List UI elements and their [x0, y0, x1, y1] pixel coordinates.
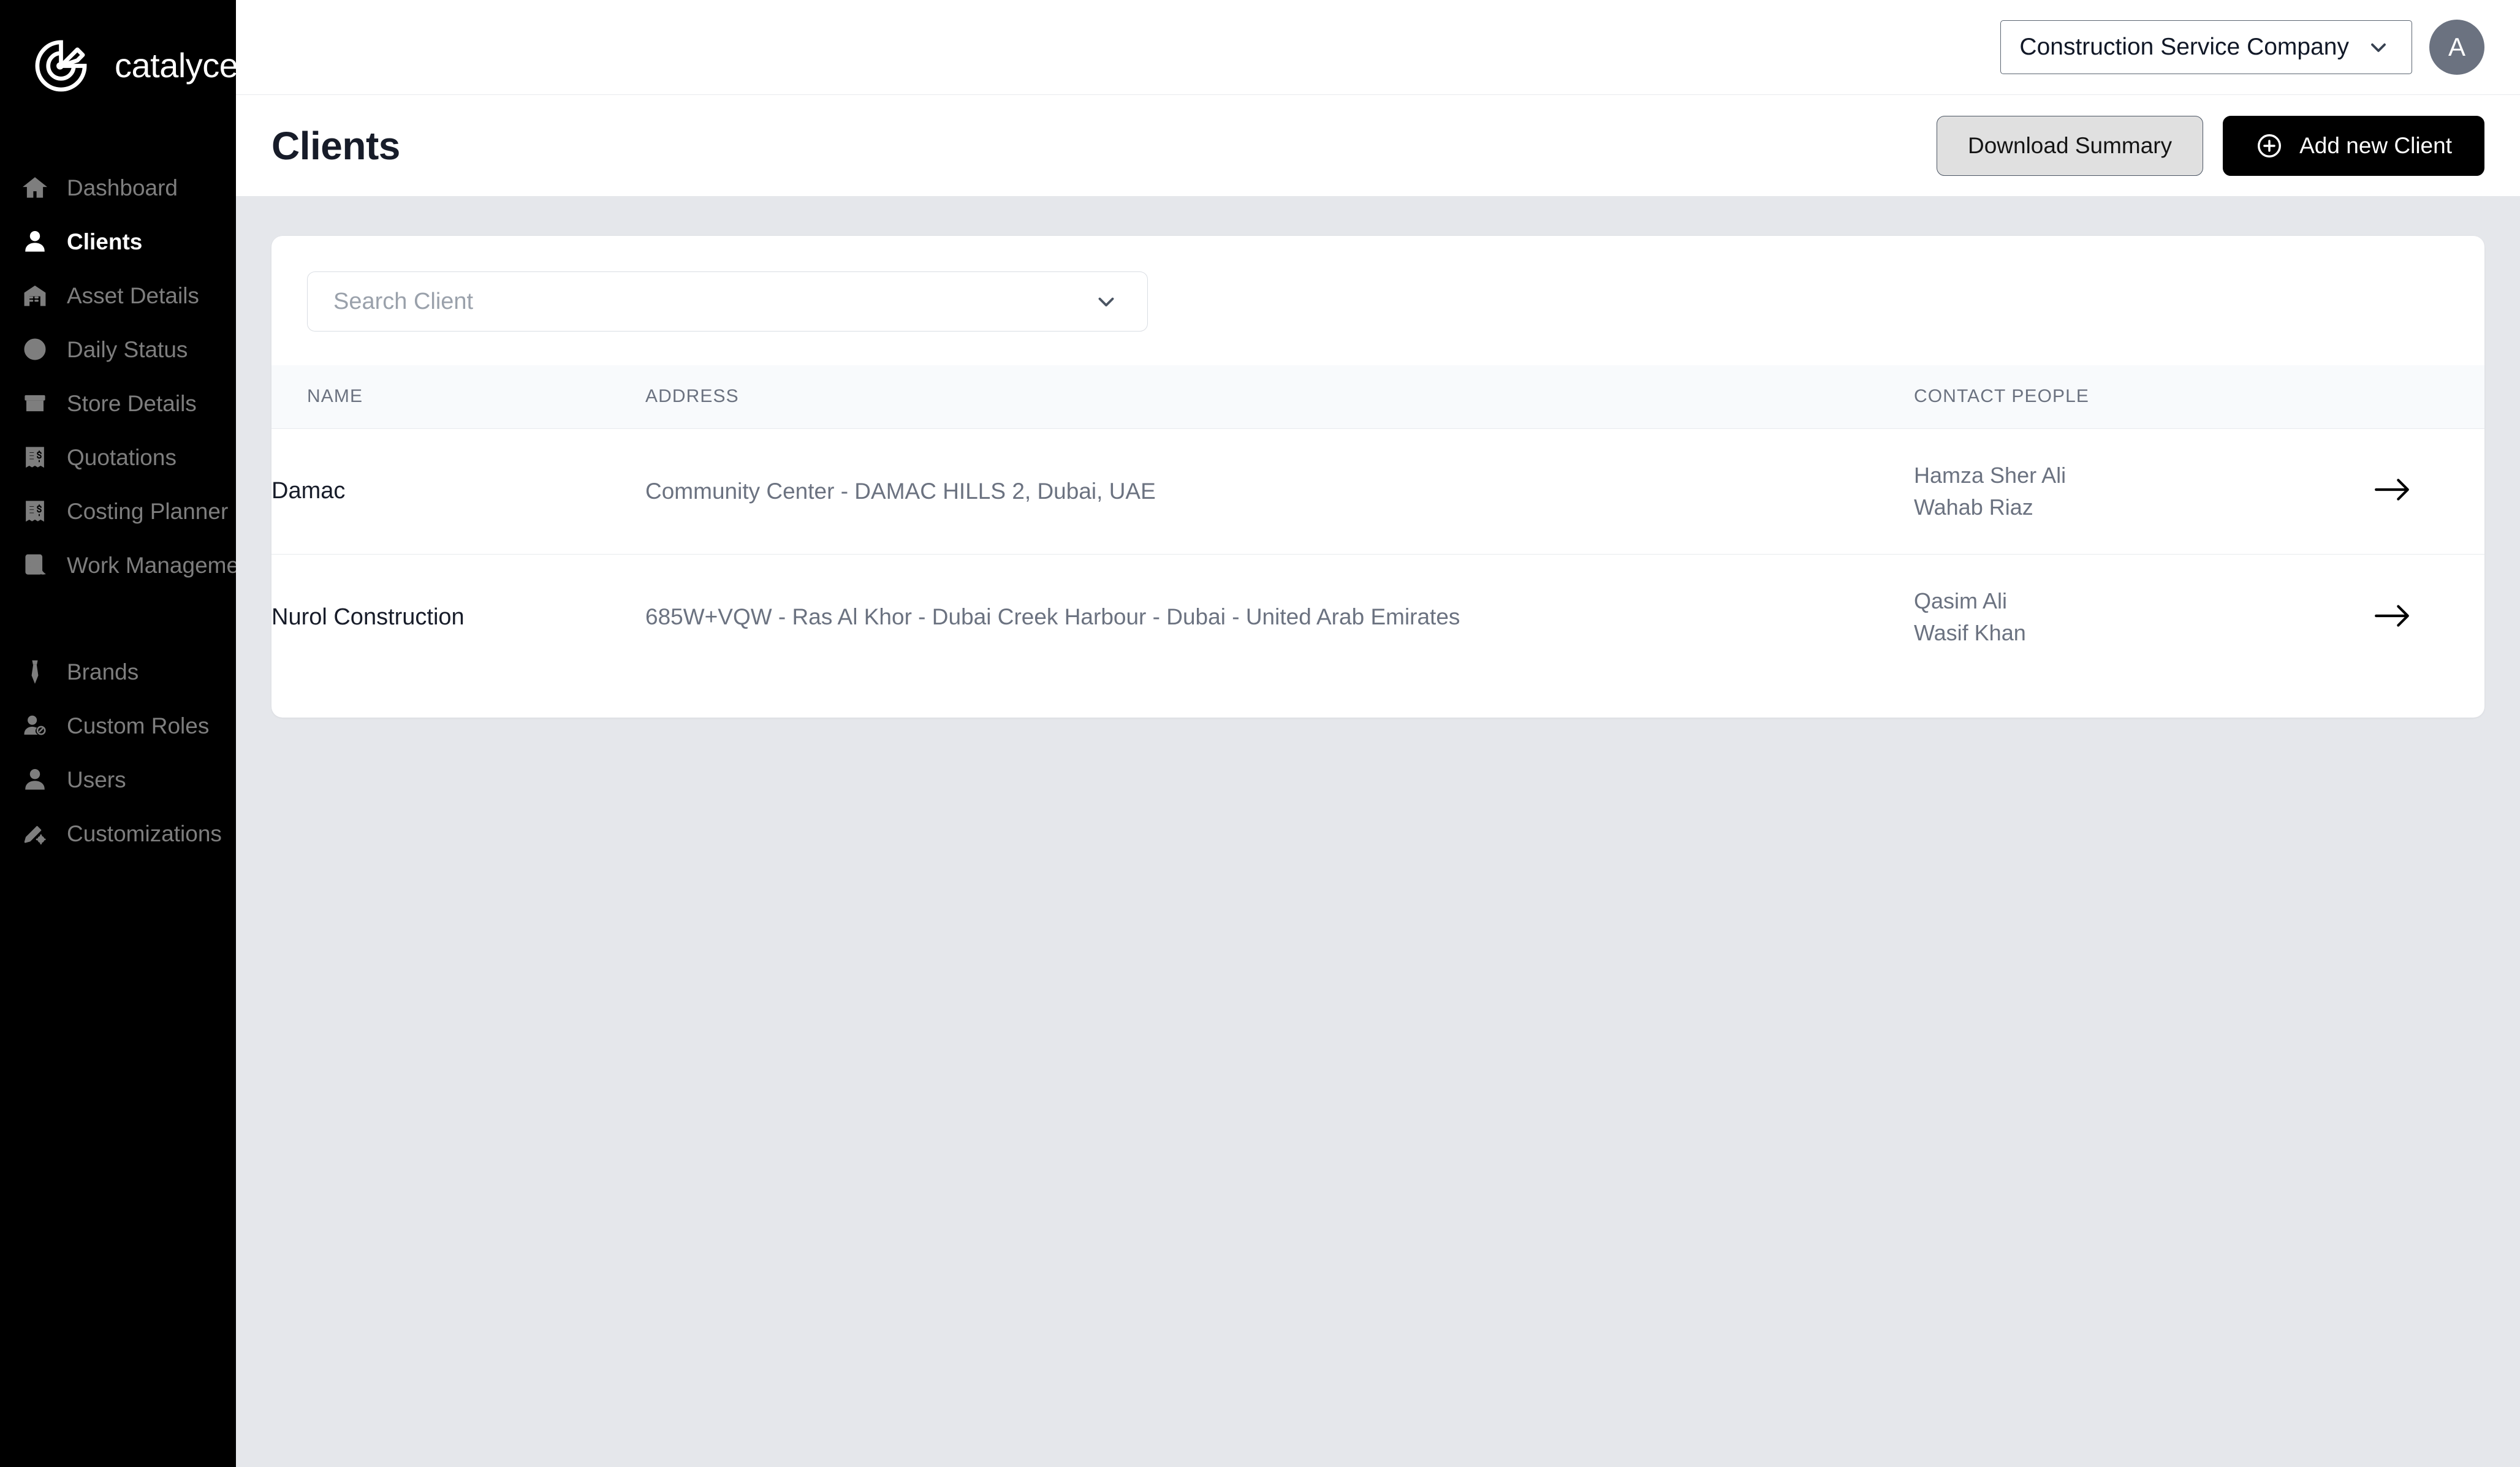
sidebar-item-label: Daily Status [67, 336, 188, 362]
table-body: Damac Community Center - DAMAC HILLS 2, … [271, 428, 2484, 680]
page-actions: Download Summary Add new Client [1936, 115, 2484, 176]
sidebar-item-custom-roles[interactable]: Custom Roles [0, 699, 236, 752]
sidebar-item-label: Costing Planner [67, 498, 229, 524]
pencil-gear-icon [21, 820, 48, 847]
sidebar-item-label: Asset Details [67, 282, 199, 308]
sidebar-item-customizations[interactable]: Customizations [0, 806, 236, 860]
table-row[interactable]: Nurol Construction 685W+VQW - Ras Al Kho… [271, 554, 2484, 680]
top-bar: Construction Service Company A [236, 0, 2520, 95]
add-new-client-label: Add new Client [2299, 132, 2452, 158]
company-selector[interactable]: Construction Service Company [2000, 20, 2412, 74]
tie-icon [21, 658, 48, 685]
sidebar-nav: Dashboard Clients Asset Details Daily St… [0, 161, 258, 860]
main-area: Construction Service Company A Clients D… [236, 0, 2520, 1467]
sidebar-item-asset-details[interactable]: Asset Details [0, 268, 236, 322]
page-header: Clients Download Summary Add new Client [236, 95, 2520, 196]
add-new-client-button[interactable]: Add new Client [2223, 115, 2484, 176]
sidebar-item-label: Brands [67, 659, 139, 684]
sidebar-item-quotations[interactable]: Quotations [0, 430, 236, 484]
column-header-contact-people: CONTACT PEOPLE [1914, 365, 2374, 429]
page-title: Clients [271, 123, 400, 168]
box-icon [21, 390, 48, 417]
download-summary-button[interactable]: Download Summary [1936, 115, 2204, 176]
sidebar-item-label: Quotations [67, 444, 176, 470]
search-client-input[interactable]: Search Client [307, 271, 1148, 332]
cell-contact-people: Hamza Sher Ali Wahab Riaz [1914, 428, 2374, 555]
sidebar-group-divider [0, 592, 236, 645]
cell-row-action [2374, 428, 2484, 555]
warehouse-icon [21, 282, 48, 309]
contact-person: Wasif Khan [1914, 620, 2026, 646]
chevron-down-icon[interactable] [1093, 289, 1119, 314]
cell-row-action [2374, 554, 2484, 680]
sidebar-item-label: Customizations [67, 821, 222, 846]
sidebar-item-clients[interactable]: Clients [0, 214, 236, 268]
brand-name: catalyces [115, 46, 255, 85]
content-area: Search Client NAME ADDRESS CONTACT PEOPL… [236, 196, 2520, 1467]
clock-icon [21, 336, 48, 363]
plus-circle-icon [2255, 132, 2283, 160]
contact-person: Wahab Riaz [1914, 494, 2033, 520]
person-icon [21, 766, 48, 793]
search-row: Search Client [271, 271, 2484, 332]
cell-contact-people: Qasim Ali Wasif Khan [1914, 554, 2374, 680]
sidebar-item-store-details[interactable]: Store Details [0, 376, 236, 430]
person-icon [21, 228, 48, 255]
arrow-right-icon[interactable] [2374, 476, 2412, 504]
checklist-icon [21, 552, 48, 578]
download-summary-label: Download Summary [1967, 132, 2173, 158]
sidebar-item-users[interactable]: Users [0, 752, 236, 806]
sidebar-item-label: Custom Roles [67, 713, 210, 738]
sidebar-item-daily-status[interactable]: Daily Status [0, 322, 236, 376]
sidebar-item-brands[interactable]: Brands [0, 645, 236, 699]
column-header-address: ADDRESS [645, 365, 1914, 429]
table-head: NAME ADDRESS CONTACT PEOPLE [271, 365, 2484, 429]
contact-person: Qasim Ali [1914, 588, 2008, 613]
table-header-row: NAME ADDRESS CONTACT PEOPLE [271, 365, 2484, 429]
sidebar-item-label: Clients [67, 229, 143, 254]
avatar-initial: A [2448, 32, 2465, 61]
clients-table: NAME ADDRESS CONTACT PEOPLE Damac Commun… [271, 365, 2484, 680]
chevron-down-icon [2366, 35, 2391, 59]
receipt-dollar-icon [21, 444, 48, 471]
cell-client-name: Damac [271, 428, 645, 555]
cell-client-address: 685W+VQW - Ras Al Khor - Dubai Creek Har… [645, 604, 1460, 630]
app-root: catalyces Dashboard Clients Asset Detail… [0, 0, 2520, 1467]
avatar[interactable]: A [2429, 20, 2484, 75]
sidebar-item-label: Dashboard [67, 175, 178, 200]
person-edit-icon [21, 712, 48, 739]
cell-client-name: Nurol Construction [271, 604, 465, 630]
column-header-action [2374, 365, 2484, 429]
catalyces-pie-pencil-logo-icon [32, 37, 90, 95]
company-selector-value: Construction Service Company [2019, 34, 2349, 60]
column-header-name: NAME [271, 365, 645, 429]
arrow-right-icon[interactable] [2374, 602, 2412, 630]
cell-client-address: Community Center - DAMAC HILLS 2, Dubai,… [645, 428, 1914, 555]
sidebar-item-label: Users [67, 767, 126, 792]
sidebar-item-dashboard[interactable]: Dashboard [0, 161, 236, 214]
brand-logo[interactable]: catalyces [0, 32, 255, 99]
sidebar-item-label: Work Management [67, 552, 258, 578]
receipt-dollar-icon [21, 498, 48, 525]
home-icon [21, 174, 48, 201]
search-placeholder: Search Client [333, 288, 474, 314]
sidebar-item-work-management[interactable]: Work Management [0, 538, 258, 592]
clients-card: Search Client NAME ADDRESS CONTACT PEOPL… [271, 236, 2484, 718]
sidebar-item-costing-planner[interactable]: Costing Planner [0, 484, 236, 538]
sidebar: catalyces Dashboard Clients Asset Detail… [0, 0, 258, 1467]
contact-person: Hamza Sher Ali [1914, 462, 2066, 488]
sidebar-item-label: Store Details [67, 390, 197, 416]
table-row[interactable]: Damac Community Center - DAMAC HILLS 2, … [271, 428, 2484, 555]
